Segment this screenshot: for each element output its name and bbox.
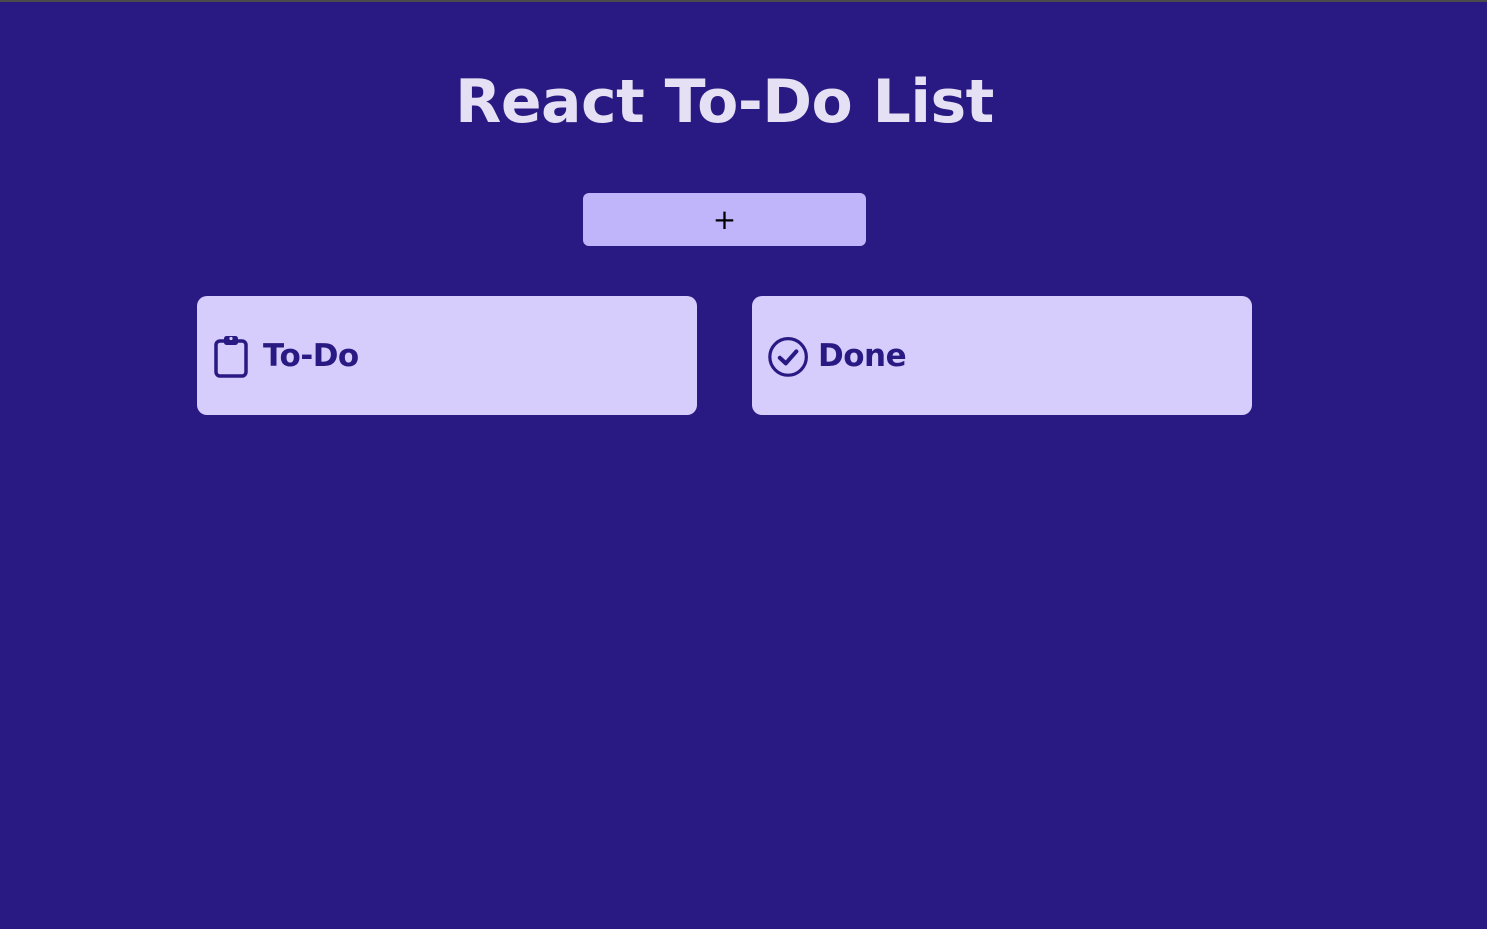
column-title-todo: To-Do <box>263 337 359 374</box>
column-todo: To-Do <box>197 296 697 415</box>
check-circle-icon <box>768 333 810 379</box>
column-done: Done <box>752 296 1252 415</box>
column-title-done: Done <box>818 337 907 374</box>
page-title: React To-Do List <box>455 67 994 137</box>
add-task-button[interactable]: + <box>583 193 866 246</box>
clipboard-icon <box>213 333 255 379</box>
